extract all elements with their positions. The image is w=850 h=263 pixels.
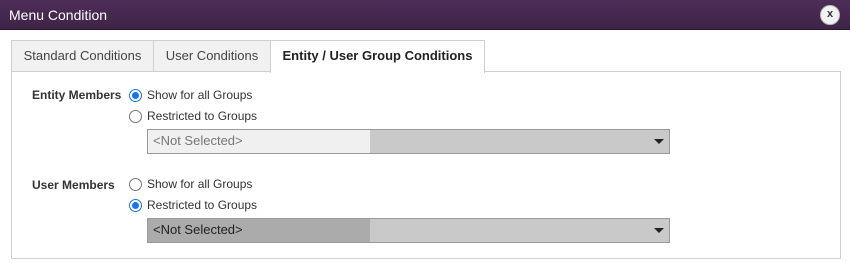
chevron-down-icon <box>654 228 664 233</box>
tab-standard-conditions[interactable]: Standard Conditions <box>11 40 154 72</box>
tab-entity-user-group-conditions[interactable]: Entity / User Group Conditions <box>270 40 485 73</box>
user-show-all-label: Show for all Groups <box>147 177 253 191</box>
entity-groups-select-value: <Not Selected> <box>148 130 370 153</box>
entity-restricted-label: Restricted to Groups <box>147 109 258 123</box>
dialog-title: Menu Condition <box>9 7 108 23</box>
user-members-label: User Members <box>32 178 115 192</box>
user-groups-select-value: <Not Selected> <box>148 219 370 242</box>
dialog-titlebar: Menu Condition x <box>0 0 850 30</box>
close-icon[interactable]: x <box>820 5 840 25</box>
entity-groups-select[interactable]: <Not Selected> <box>147 129 670 154</box>
user-restricted-radio[interactable] <box>129 199 142 212</box>
conditions-panel: Entity Members Show for all Groups Restr… <box>11 71 841 259</box>
user-groups-select[interactable]: <Not Selected> <box>147 218 670 243</box>
entity-show-all-label: Show for all Groups <box>147 88 253 102</box>
chevron-down-icon <box>654 139 664 144</box>
entity-show-all-radio[interactable] <box>129 89 142 102</box>
entity-restricted-radio[interactable] <box>129 110 142 123</box>
user-show-all-radio[interactable] <box>129 178 142 191</box>
tab-user-conditions[interactable]: User Conditions <box>153 40 271 72</box>
entity-members-label: Entity Members <box>32 88 122 102</box>
user-restricted-label: Restricted to Groups <box>147 198 258 212</box>
